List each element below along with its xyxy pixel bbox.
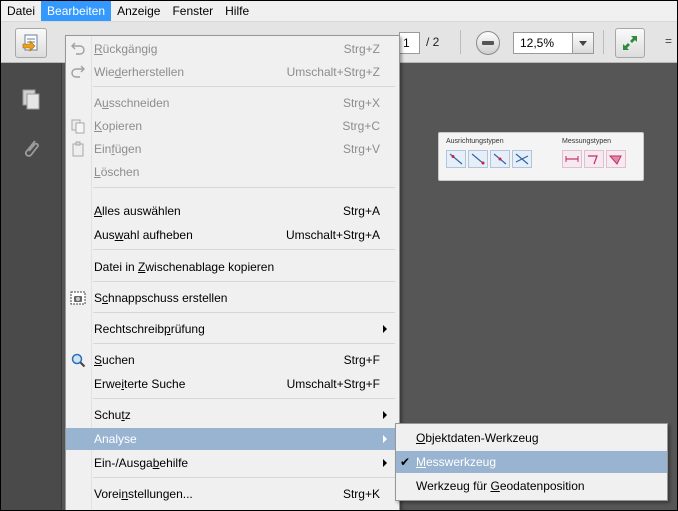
- menu-item-undo[interactable]: Rückgängig Strg+Z: [66, 38, 399, 60]
- zoom-dropdown-button[interactable]: [572, 32, 594, 54]
- measure-toolbar-panel: Ausrichtungstypen Messungstypen: [438, 132, 644, 181]
- snap-intersection-icon: [515, 153, 529, 165]
- menu-item-advanced-search[interactable]: Erweiterte Suche Umschalt+Strg+F: [66, 373, 399, 395]
- snap-endpoint-icon: [471, 153, 485, 165]
- menu-item-delete[interactable]: Löschen: [66, 161, 399, 183]
- page-total: / 2: [426, 35, 440, 49]
- menu-item-search[interactable]: Suchen Strg+F: [66, 349, 399, 371]
- menu-fenster[interactable]: Fenster: [166, 1, 219, 21]
- toolbar-overflow-icon[interactable]: =: [665, 34, 672, 48]
- menu-separator: [93, 281, 395, 282]
- menu-item-spellcheck[interactable]: Rechtschreibprüfung: [66, 318, 399, 340]
- perimeter-tool-button[interactable]: [584, 150, 604, 168]
- area-tool-button[interactable]: [606, 150, 626, 168]
- toolbar-divider: [460, 30, 461, 54]
- app-window: Datei Bearbeiten Anzeige Fenster Hilfe 1…: [0, 0, 678, 511]
- menu-item-cut[interactable]: Ausschneiden Strg+X: [66, 92, 399, 114]
- copy-icon: [71, 119, 85, 134]
- menu-hilfe[interactable]: Hilfe: [219, 1, 255, 21]
- submenu-item-geodata-tool[interactable]: Werkzeug für Geodatenposition: [396, 475, 667, 497]
- menu-item-protection[interactable]: Schutz: [66, 404, 399, 426]
- snap-midpoint-button[interactable]: [490, 150, 510, 168]
- submenu-arrow-icon: [383, 411, 387, 419]
- menu-bearbeiten[interactable]: Bearbeiten: [41, 1, 112, 21]
- pages-icon[interactable]: [21, 89, 41, 111]
- paste-icon: [72, 141, 84, 157]
- document-arrow-icon: [22, 34, 38, 52]
- snap-types-title: Ausrichtungstypen: [446, 138, 504, 145]
- menu-datei[interactable]: Datei: [1, 1, 41, 21]
- zoom-level-field[interactable]: 12,5%: [513, 32, 573, 54]
- edit-menu: Rückgängig Strg+Z Wiederherstellen Umsch…: [65, 35, 400, 510]
- page-number-input[interactable]: 1: [399, 32, 420, 54]
- camera-icon: [70, 291, 86, 305]
- distance-tool-button[interactable]: [562, 150, 582, 168]
- snap-endpoint-button[interactable]: [468, 150, 488, 168]
- menu-item-paste[interactable]: Einfügen Strg+V: [66, 138, 399, 160]
- menu-separator: [93, 477, 395, 478]
- undo-icon: [71, 42, 85, 55]
- menu-separator: [93, 86, 395, 87]
- navigation-rail: [1, 63, 62, 510]
- create-pdf-button[interactable]: [15, 28, 47, 58]
- menu-item-redo[interactable]: Wiederherstellen Umschalt+Strg+Z: [66, 61, 399, 83]
- measure-types-title: Messungstypen: [562, 138, 612, 145]
- submenu-item-object-data-tool[interactable]: Objektdaten-Werkzeug: [396, 427, 667, 449]
- snap-intersection-button[interactable]: [512, 150, 532, 168]
- menu-separator: [93, 312, 395, 313]
- menu-item-accessibility[interactable]: Ein-/Ausgabehilfe: [66, 452, 399, 474]
- menu-separator: [93, 249, 395, 250]
- menu-item-copy-to-clipboard[interactable]: Datei in Zwischenablage kopieren: [66, 256, 399, 278]
- fit-window-button[interactable]: [615, 28, 645, 58]
- area-icon: [609, 155, 622, 165]
- menu-anzeige[interactable]: Anzeige: [111, 1, 166, 21]
- menu-item-snapshot[interactable]: Schnappschuss erstellen: [66, 287, 399, 309]
- distance-icon: [565, 156, 579, 162]
- menu-item-copy[interactable]: Kopieren Strg+C: [66, 115, 399, 137]
- submenu-arrow-icon: [383, 325, 387, 333]
- menu-bar: Datei Bearbeiten Anzeige Fenster Hilfe: [1, 1, 677, 22]
- toolbar-divider: [603, 30, 604, 54]
- submenu-item-measuring-tool[interactable]: ✔ Messwerkzeug: [396, 451, 667, 473]
- paperclip-icon[interactable]: [21, 137, 41, 161]
- menu-item-analysis[interactable]: Analyse: [66, 428, 399, 450]
- menu-separator: [93, 343, 395, 344]
- menu-item-deselect-all[interactable]: Auswahl aufheben Umschalt+Strg+A: [66, 224, 399, 246]
- submenu-arrow-icon: [383, 435, 387, 443]
- analysis-submenu: Objektdaten-Werkzeug ✔ Messwerkzeug Werk…: [395, 423, 668, 501]
- snap-path-button[interactable]: [446, 150, 466, 168]
- menu-separator: [93, 398, 395, 399]
- menu-item-preferences[interactable]: Voreinstellungen... Strg+K: [66, 483, 399, 505]
- search-icon: [71, 353, 86, 368]
- perimeter-icon: [588, 155, 598, 165]
- redo-icon: [71, 65, 85, 78]
- snap-path-icon: [449, 153, 463, 165]
- snap-midpoint-icon: [493, 153, 507, 165]
- expand-arrows-icon: [623, 36, 637, 50]
- submenu-arrow-icon: [383, 459, 387, 467]
- checkmark-icon: ✔: [400, 455, 411, 469]
- menu-item-select-all[interactable]: Alles auswählen Strg+A: [66, 200, 399, 222]
- zoom-out-button[interactable]: [476, 31, 500, 55]
- menu-separator: [93, 187, 395, 188]
